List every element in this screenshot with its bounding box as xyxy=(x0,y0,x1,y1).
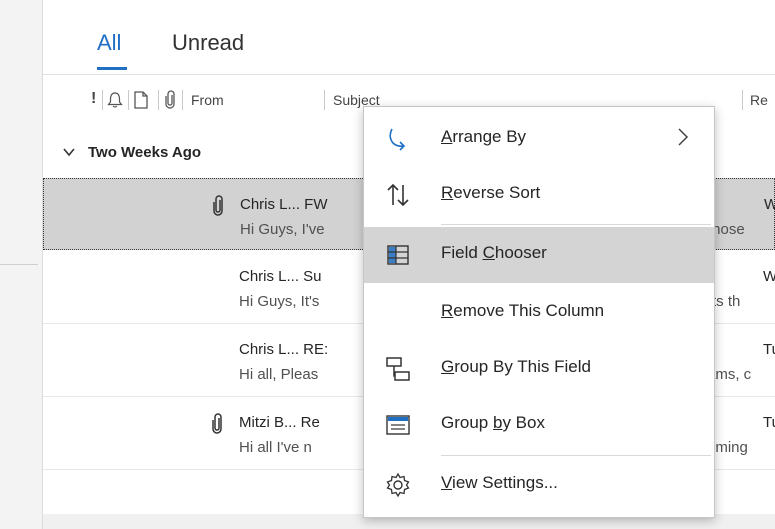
menu-item-reverse-sort[interactable]: Reverse Sort xyxy=(364,167,714,223)
menu-item-label: Group by Box xyxy=(441,413,545,432)
menu-item-label: Group By This Field xyxy=(441,357,591,376)
received-column[interactable]: Re xyxy=(750,92,768,108)
column-separator xyxy=(128,90,129,110)
column-separator xyxy=(158,90,159,110)
message-sender-subject: Mitzi B... Re xyxy=(239,414,320,431)
message-preview: Hi Guys, I've xyxy=(240,221,325,238)
view-settings-icon xyxy=(384,471,412,499)
group-by-field-icon xyxy=(384,355,412,383)
paperclip-icon xyxy=(210,195,226,221)
message-sender-subject: Chris L... RE: xyxy=(239,341,329,358)
column-header-context-menu: Arrange By Reverse Sort Field Chooser Re… xyxy=(363,106,715,518)
menu-item-label: Field Chooser xyxy=(441,243,547,262)
message-sender-subject: Chris L... FW xyxy=(240,196,328,213)
attachment-column-icon[interactable] xyxy=(162,90,178,113)
column-separator xyxy=(324,90,325,110)
menu-item-label: Reverse Sort xyxy=(441,183,541,202)
message-date: Tu xyxy=(763,341,775,358)
message-date: Tu xyxy=(763,414,775,431)
group-by-box-icon xyxy=(384,411,412,439)
menu-item-view-settings[interactable]: View Settings... xyxy=(364,457,714,513)
tab-unread[interactable]: Unread xyxy=(172,30,244,56)
importance-column[interactable]: ! xyxy=(91,90,96,108)
tab-all[interactable]: All xyxy=(97,30,121,56)
document-icon[interactable] xyxy=(132,90,150,113)
tabs-divider xyxy=(43,74,775,75)
message-date: We xyxy=(763,268,775,285)
menu-item-label: Arrange By xyxy=(441,127,527,146)
menu-separator xyxy=(441,455,711,456)
arrange-by-icon xyxy=(384,125,412,153)
message-preview: Hi all, Pleas xyxy=(239,366,319,383)
chevron-right-icon xyxy=(676,126,690,153)
menu-item-group-by-box[interactable]: Group by Box xyxy=(364,397,714,453)
menu-separator xyxy=(441,224,711,225)
message-preview: Hi Guys, It's xyxy=(239,293,320,310)
menu-item-field-chooser[interactable]: Field Chooser xyxy=(364,227,714,283)
message-sender-subject: Chris L... Su xyxy=(239,268,322,285)
navigation-pane xyxy=(0,0,43,529)
nav-pane-divider xyxy=(0,264,38,265)
menu-item-group-by-this-field[interactable]: Group By This Field xyxy=(364,341,714,397)
from-column[interactable]: From xyxy=(191,92,224,108)
paperclip-icon xyxy=(209,413,225,439)
field-chooser-icon xyxy=(384,241,412,269)
reminder-bell-icon[interactable] xyxy=(105,90,125,113)
menu-item-remove-this-column[interactable]: Remove This Column xyxy=(364,285,714,341)
tab-all-underline xyxy=(97,67,127,70)
message-preview: Hi all I've n xyxy=(239,439,312,456)
message-date: We xyxy=(764,196,775,213)
column-separator xyxy=(102,90,103,110)
reverse-sort-icon xyxy=(384,181,412,209)
menu-item-arrange-by[interactable]: Arrange By xyxy=(364,111,714,167)
chevron-down-icon[interactable] xyxy=(62,145,76,163)
column-separator xyxy=(182,90,183,110)
menu-item-label: Remove This Column xyxy=(441,301,605,320)
menu-item-label: View Settings... xyxy=(441,473,558,492)
column-separator xyxy=(742,90,743,110)
group-header-label: Two Weeks Ago xyxy=(88,144,202,161)
